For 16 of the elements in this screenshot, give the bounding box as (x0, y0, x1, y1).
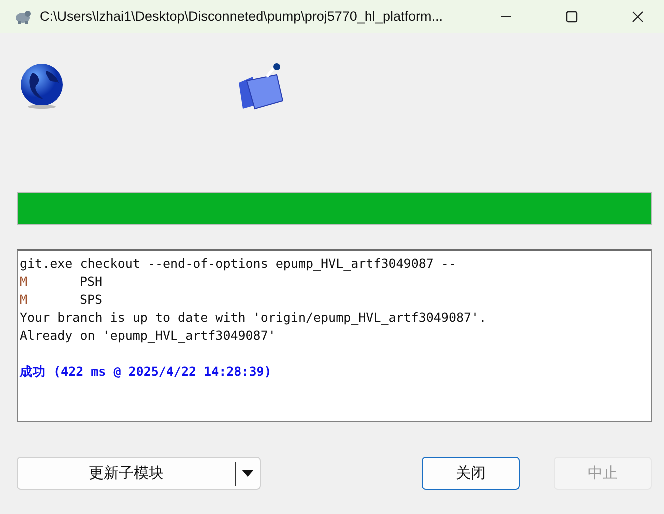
success-message: 成功 (422 ms @ 2025/4/22 14:28:39) (20, 363, 273, 381)
app-icon (14, 10, 32, 24)
window-title: C:\Users\lzhai1\Desktop\Disconneted\pump\proj5770_hl_platform... (40, 9, 443, 24)
log-line: git.exe checkout --end-of-options epump_HVL_artf3049087 -- (20, 255, 458, 273)
log-line: Already on 'epump_HVL_artf3049087' (20, 327, 277, 345)
close-icon[interactable] (632, 10, 644, 22)
status-code: M (20, 291, 29, 309)
file-path: SPS (80, 291, 103, 309)
log-line: Your branch is up to date with 'origin/epump_HVL_artf3049087'. (20, 309, 488, 327)
close-button[interactable]: 关闭 (422, 457, 520, 490)
file-path: PSH (80, 273, 103, 291)
split-button[interactable]: 更新子模块 (17, 457, 261, 490)
globe-icon (19, 63, 65, 109)
caret-icon[interactable] (242, 470, 254, 477)
maximize-icon[interactable] (566, 10, 578, 22)
status-code: M (20, 273, 29, 291)
